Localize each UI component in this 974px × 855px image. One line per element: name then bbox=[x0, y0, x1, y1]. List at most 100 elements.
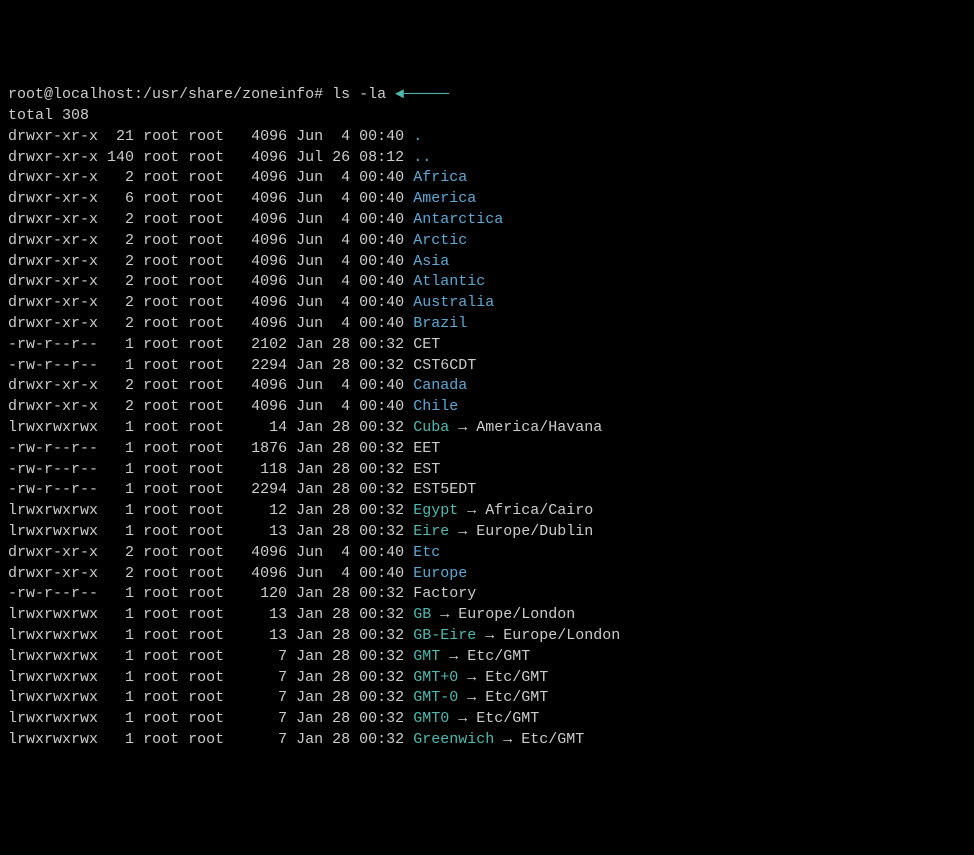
file-size: 14 bbox=[233, 419, 287, 436]
file-name: Egypt bbox=[413, 502, 458, 519]
ls-entry-row: drwxr-xr-x 2 root root 4096 Jun 4 00:40 … bbox=[8, 168, 966, 189]
file-permissions: lrwxrwxrwx bbox=[8, 731, 98, 748]
file-permissions: lrwxrwxrwx bbox=[8, 627, 98, 644]
file-group: root bbox=[188, 648, 224, 665]
file-size: 118 bbox=[233, 461, 287, 478]
file-permissions: drwxr-xr-x bbox=[8, 544, 98, 561]
file-permissions: drwxr-xr-x bbox=[8, 377, 98, 394]
file-size: 7 bbox=[233, 710, 287, 727]
file-link-count: 1 bbox=[107, 357, 134, 374]
file-date: Jun 4 00:40 bbox=[296, 377, 404, 394]
file-date: Jun 4 00:40 bbox=[296, 211, 404, 228]
file-size: 12 bbox=[233, 502, 287, 519]
file-date: Jan 28 00:32 bbox=[296, 461, 404, 478]
file-permissions: drwxr-xr-x bbox=[8, 253, 98, 270]
file-date: Jan 28 00:32 bbox=[296, 585, 404, 602]
file-size: 4096 bbox=[233, 211, 287, 228]
symlink-target: Europe/London bbox=[458, 606, 575, 623]
ls-entry-row: drwxr-xr-x 2 root root 4096 Jun 4 00:40 … bbox=[8, 543, 966, 564]
symlink-arrow-icon: → bbox=[458, 502, 485, 519]
file-owner: root bbox=[143, 502, 179, 519]
file-size: 13 bbox=[233, 523, 287, 540]
file-permissions: drwxr-xr-x bbox=[8, 232, 98, 249]
file-group: root bbox=[188, 190, 224, 207]
file-link-count: 2 bbox=[107, 398, 134, 415]
file-name: .. bbox=[413, 149, 431, 166]
file-link-count: 2 bbox=[107, 273, 134, 290]
file-group: root bbox=[188, 149, 224, 166]
ls-entry-row: -rw-r--r-- 1 root root 118 Jan 28 00:32 … bbox=[8, 460, 966, 481]
file-name: Etc bbox=[413, 544, 440, 561]
file-name: Africa bbox=[413, 169, 467, 186]
file-date: Jan 28 00:32 bbox=[296, 606, 404, 623]
symlink-arrow-icon: → bbox=[449, 523, 476, 540]
file-size: 4096 bbox=[233, 190, 287, 207]
file-name: EST5EDT bbox=[413, 481, 476, 498]
file-date: Jun 4 00:40 bbox=[296, 169, 404, 186]
file-date: Jan 28 00:32 bbox=[296, 357, 404, 374]
symlink-target: Etc/GMT bbox=[485, 669, 548, 686]
file-owner: root bbox=[143, 398, 179, 415]
file-permissions: lrwxrwxrwx bbox=[8, 419, 98, 436]
file-permissions: drwxr-xr-x bbox=[8, 149, 98, 166]
file-link-count: 1 bbox=[107, 419, 134, 436]
ls-entry-row: drwxr-xr-x 2 root root 4096 Jun 4 00:40 … bbox=[8, 252, 966, 273]
file-group: root bbox=[188, 669, 224, 686]
file-group: root bbox=[188, 294, 224, 311]
symlink-target: Etc/GMT bbox=[476, 710, 539, 727]
ls-entry-row: drwxr-xr-x 2 root root 4096 Jun 4 00:40 … bbox=[8, 564, 966, 585]
symlink-target: Africa/Cairo bbox=[485, 502, 593, 519]
file-name: EST bbox=[413, 461, 440, 478]
ls-entry-row: lrwxrwxrwx 1 root root 7 Jan 28 00:32 GM… bbox=[8, 688, 966, 709]
file-owner: root bbox=[143, 440, 179, 457]
file-size: 2294 bbox=[233, 481, 287, 498]
file-size: 4096 bbox=[233, 128, 287, 145]
file-link-count: 140 bbox=[107, 149, 134, 166]
prompt-hash: # bbox=[314, 86, 332, 103]
file-owner: root bbox=[143, 710, 179, 727]
file-group: root bbox=[188, 523, 224, 540]
file-group: root bbox=[188, 398, 224, 415]
terminal-output[interactable]: root@localhost:/usr/share/zoneinfo# ls -… bbox=[8, 85, 966, 751]
file-group: root bbox=[188, 481, 224, 498]
file-group: root bbox=[188, 710, 224, 727]
ls-entry-row: drwxr-xr-x 140 root root 4096 Jul 26 08:… bbox=[8, 148, 966, 169]
file-owner: root bbox=[143, 357, 179, 374]
file-permissions: drwxr-xr-x bbox=[8, 211, 98, 228]
ls-entry-row: lrwxrwxrwx 1 root root 7 Jan 28 00:32 GM… bbox=[8, 647, 966, 668]
file-date: Jun 4 00:40 bbox=[296, 294, 404, 311]
file-permissions: -rw-r--r-- bbox=[8, 585, 98, 602]
file-date: Jan 28 00:32 bbox=[296, 502, 404, 519]
file-name: Canada bbox=[413, 377, 467, 394]
file-name: Australia bbox=[413, 294, 494, 311]
annotation-arrow-icon: ◄───── bbox=[395, 86, 449, 103]
file-date: Jun 4 00:40 bbox=[296, 253, 404, 270]
ls-entry-row: lrwxrwxrwx 1 root root 12 Jan 28 00:32 E… bbox=[8, 501, 966, 522]
file-link-count: 1 bbox=[107, 461, 134, 478]
file-permissions: lrwxrwxrwx bbox=[8, 502, 98, 519]
symlink-arrow-icon: → bbox=[449, 710, 476, 727]
file-owner: root bbox=[143, 648, 179, 665]
file-size: 4096 bbox=[233, 398, 287, 415]
file-name: Arctic bbox=[413, 232, 467, 249]
file-name: . bbox=[413, 128, 422, 145]
file-name: GB bbox=[413, 606, 431, 623]
ls-entry-row: -rw-r--r-- 1 root root 2294 Jan 28 00:32… bbox=[8, 480, 966, 501]
ls-entry-row: lrwxrwxrwx 1 root root 13 Jan 28 00:32 G… bbox=[8, 605, 966, 626]
file-size: 4096 bbox=[233, 544, 287, 561]
file-owner: root bbox=[143, 190, 179, 207]
file-owner: root bbox=[143, 336, 179, 353]
file-permissions: lrwxrwxrwx bbox=[8, 606, 98, 623]
file-size: 13 bbox=[233, 627, 287, 644]
file-date: Jan 28 00:32 bbox=[296, 689, 404, 706]
file-group: root bbox=[188, 627, 224, 644]
file-owner: root bbox=[143, 669, 179, 686]
file-owner: root bbox=[143, 169, 179, 186]
symlink-target: Etc/GMT bbox=[467, 648, 530, 665]
ls-entry-row: -rw-r--r-- 1 root root 2102 Jan 28 00:32… bbox=[8, 335, 966, 356]
file-size: 2102 bbox=[233, 336, 287, 353]
file-name: Atlantic bbox=[413, 273, 485, 290]
file-size: 120 bbox=[233, 585, 287, 602]
ls-entry-row: drwxr-xr-x 6 root root 4096 Jun 4 00:40 … bbox=[8, 189, 966, 210]
file-permissions: lrwxrwxrwx bbox=[8, 648, 98, 665]
